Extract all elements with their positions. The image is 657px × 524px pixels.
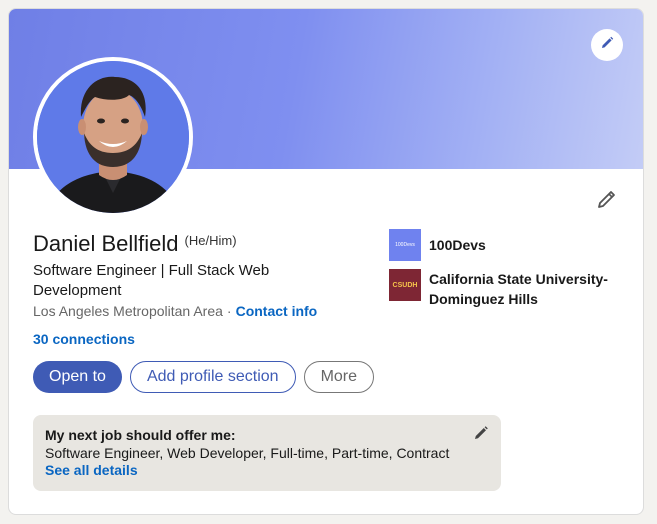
see-all-details-link[interactable]: See all details [45, 462, 489, 478]
profile-photo[interactable] [33, 57, 193, 217]
contact-info-link[interactable]: Contact info [236, 303, 318, 319]
location-row: Los Angeles Metropolitan Area · Contact in… [33, 303, 317, 319]
organizations-list: 100Devs 100Devs CSUDH California State U… [389, 229, 629, 317]
profile-actions: Open to Add profile section More [33, 361, 375, 393]
org-item-csudh[interactable]: CSUDH California State University-Doming… [389, 269, 629, 309]
add-profile-section-button[interactable]: Add profile section [129, 361, 296, 393]
connections-link[interactable]: 30 connections [33, 331, 135, 347]
open-to-work-card: My next job should offer me: Software En… [33, 415, 501, 491]
profile-headline: Software Engineer | Full Stack Web Devel… [33, 262, 270, 299]
org-item-100devs[interactable]: 100Devs 100Devs [389, 229, 629, 261]
open-to-button[interactable]: Open to [33, 361, 122, 393]
edit-intro-button[interactable] [595, 189, 619, 213]
csudh-logo: CSUDH [389, 269, 421, 301]
edit-open-to-work-button[interactable] [471, 425, 491, 445]
100devs-logo: 100Devs [389, 229, 421, 261]
edit-banner-button[interactable] [591, 29, 623, 61]
profile-pronouns: (He/Him) [184, 233, 237, 248]
profile-card: Daniel Bellfield (He/Him) Software Engin… [8, 8, 644, 515]
profile-location: Los Angeles Metropolitan Area [33, 303, 223, 319]
location-separator: · [226, 303, 232, 319]
pencil-icon [596, 188, 618, 215]
more-button[interactable]: More [303, 361, 375, 393]
open-to-work-details: Software Engineer, Web Developer, Full-t… [45, 445, 450, 461]
org-name: California State University-Dominguez Hi… [429, 271, 608, 307]
pencil-icon [599, 35, 615, 56]
pencil-icon [473, 425, 489, 446]
name-row: Daniel Bellfield (He/Him) [33, 231, 237, 257]
profile-name: Daniel Bellfield [33, 231, 179, 256]
org-name: 100Devs [429, 237, 486, 253]
open-to-work-title: My next job should offer me: [45, 427, 236, 443]
